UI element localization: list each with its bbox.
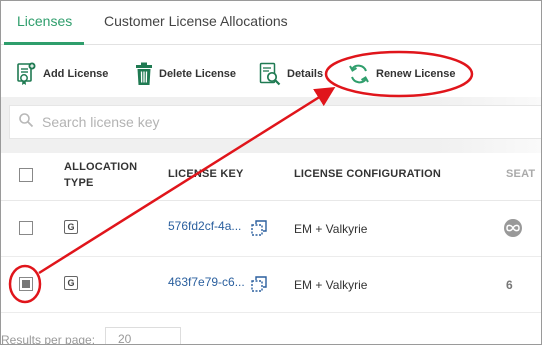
seats-count: 6 bbox=[506, 278, 513, 292]
table-row[interactable]: G 576fd2cf-4a... EM + Valkyrie bbox=[1, 201, 541, 257]
license-configuration: EM + Valkyrie bbox=[294, 222, 368, 236]
trash-icon bbox=[135, 62, 153, 86]
add-license-button[interactable]: Add License bbox=[15, 59, 108, 89]
renew-license-label: Renew License bbox=[376, 68, 456, 80]
add-license-icon bbox=[15, 62, 37, 86]
tab-bar: Licenses Customer License Allocations bbox=[1, 1, 541, 45]
license-key-link[interactable]: 576fd2cf-4a... bbox=[168, 219, 241, 233]
add-license-label: Add License bbox=[43, 68, 109, 80]
allocation-type-badge: G bbox=[64, 220, 78, 234]
active-tab-indicator bbox=[4, 42, 84, 45]
column-header-allocation-type[interactable]: ALLOCATION TYPE bbox=[64, 159, 154, 191]
table-row[interactable]: G 463f7e79-c6... EM + Valkyrie 6 bbox=[1, 257, 541, 313]
toolbar: Add License Delete License Details Renew… bbox=[1, 53, 541, 97]
tab-customer-license-allocations[interactable]: Customer License Allocations bbox=[104, 13, 288, 29]
row-checkbox[interactable] bbox=[19, 277, 33, 291]
column-header-license-key[interactable]: LICENSE KEY bbox=[168, 168, 244, 180]
details-label: Details bbox=[287, 68, 324, 80]
row-checkbox[interactable] bbox=[19, 221, 33, 235]
delete-license-button[interactable]: Delete License bbox=[135, 59, 236, 89]
delete-license-label: Delete License bbox=[159, 68, 237, 80]
renew-license-button[interactable]: Renew License bbox=[348, 59, 455, 89]
copy-icon[interactable] bbox=[251, 276, 267, 297]
copy-icon[interactable] bbox=[251, 220, 267, 241]
search-icon bbox=[18, 112, 34, 133]
table-header: ALLOCATION TYPE LICENSE KEY LICENSE CONF… bbox=[1, 153, 541, 201]
license-configuration: EM + Valkyrie bbox=[294, 278, 368, 292]
pagination-footer: Results per page: 20 bbox=[1, 325, 541, 345]
results-per-page-select[interactable]: 20 bbox=[105, 327, 181, 344]
column-header-seats[interactable]: SEAT bbox=[506, 168, 535, 180]
details-button[interactable]: Details bbox=[259, 59, 323, 89]
tab-licenses[interactable]: Licenses bbox=[17, 13, 72, 29]
license-management-panel: Licenses Customer License Allocations Ad… bbox=[0, 0, 542, 345]
allocation-type-badge: G bbox=[64, 276, 78, 290]
refresh-icon bbox=[348, 63, 370, 85]
details-icon bbox=[259, 62, 281, 86]
search-bar-area bbox=[1, 97, 541, 153]
results-per-page-label: Results per page: bbox=[1, 333, 96, 345]
search-input[interactable] bbox=[42, 114, 522, 130]
license-key-link[interactable]: 463f7e79-c6... bbox=[168, 275, 245, 289]
select-all-checkbox[interactable] bbox=[19, 168, 33, 182]
infinity-icon bbox=[504, 219, 522, 237]
column-header-license-configuration[interactable]: LICENSE CONFIGURATION bbox=[294, 168, 441, 180]
search-box bbox=[9, 105, 541, 139]
